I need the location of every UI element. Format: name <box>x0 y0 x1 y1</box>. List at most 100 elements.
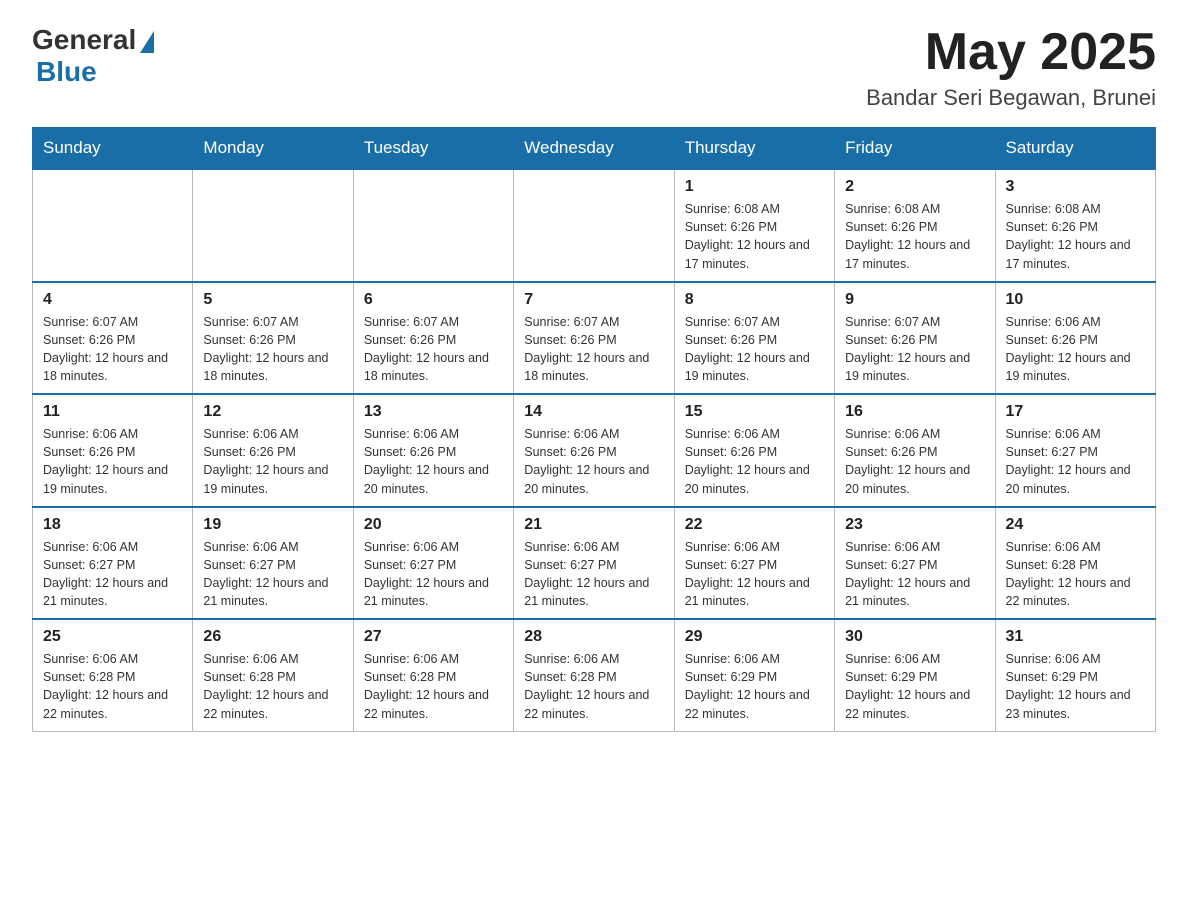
calendar-cell-1-2 <box>193 169 353 282</box>
day-number: 30 <box>845 628 984 646</box>
day-info: Sunrise: 6:07 AMSunset: 6:26 PMDaylight:… <box>845 313 984 386</box>
day-info: Sunrise: 6:06 AMSunset: 6:27 PMDaylight:… <box>203 538 342 611</box>
day-info: Sunrise: 6:08 AMSunset: 6:26 PMDaylight:… <box>685 200 824 273</box>
day-number: 31 <box>1006 628 1145 646</box>
day-info: Sunrise: 6:06 AMSunset: 6:27 PMDaylight:… <box>845 538 984 611</box>
calendar-cell-3-2: 12 Sunrise: 6:06 AMSunset: 6:26 PMDayligh… <box>193 394 353 507</box>
calendar-cell-2-1: 4 Sunrise: 6:07 AMSunset: 6:26 PMDaylight… <box>33 282 193 395</box>
weekday-header-tuesday: Tuesday <box>353 128 513 170</box>
day-number: 9 <box>845 291 984 309</box>
day-info: Sunrise: 6:06 AMSunset: 6:27 PMDaylight:… <box>685 538 824 611</box>
day-number: 13 <box>364 403 503 421</box>
calendar-cell-5-6: 30 Sunrise: 6:06 AMSunset: 6:29 PMDayligh… <box>835 619 995 731</box>
month-title: May 2025 <box>866 24 1156 81</box>
calendar-cell-3-5: 15Sunrise: 6:06 AMSunset: 6:26 PMDayligh… <box>674 394 834 507</box>
day-info: Sunrise: 6:06 AMSunset: 6:28 PMDaylight:… <box>524 650 663 723</box>
day-number: 14 <box>524 403 663 421</box>
page-header: General Blue May 2025 Bandar Seri Begawa… <box>32 24 1156 111</box>
day-number: 10 <box>1006 291 1145 309</box>
logo-blue: Blue <box>36 56 97 87</box>
day-info: Sunrise: 6:06 AMSunset: 6:26 PMDaylight:… <box>364 425 503 498</box>
calendar-cell-5-4: 28 Sunrise: 6:06 AMSunset: 6:28 PMDayligh… <box>514 619 674 731</box>
day-number: 1 <box>685 178 824 196</box>
day-info: Sunrise: 6:06 AMSunset: 6:28 PMDaylight:… <box>1006 538 1145 611</box>
day-number: 4 <box>43 291 182 309</box>
calendar-cell-2-5: 8Sunrise: 6:07 AMSunset: 6:26 PMDaylight… <box>674 282 834 395</box>
logo-general: General <box>32 24 136 56</box>
day-info: Sunrise: 6:06 AMSunset: 6:29 PMDaylight:… <box>685 650 824 723</box>
calendar-cell-1-1 <box>33 169 193 282</box>
day-number: 22 <box>685 516 824 534</box>
day-info: Sunrise: 6:06 AMSunset: 6:26 PMDaylight:… <box>1006 313 1145 386</box>
week-row-5: 25 Sunrise: 6:06 AMSunset: 6:28 PMDayligh… <box>33 619 1156 731</box>
logo-triangle-icon <box>140 31 154 53</box>
week-row-3: 11Sunrise: 6:06 AMSunset: 6:26 PMDayligh… <box>33 394 1156 507</box>
calendar-cell-2-7: 10 Sunrise: 6:06 AMSunset: 6:26 PMDayligh… <box>995 282 1155 395</box>
calendar-cell-1-6: 2 Sunrise: 6:08 AMSunset: 6:26 PMDaylight… <box>835 169 995 282</box>
calendar-cell-3-6: 16 Sunrise: 6:06 AMSunset: 6:26 PMDayligh… <box>835 394 995 507</box>
day-number: 24 <box>1006 516 1145 534</box>
weekday-header-sunday: Sunday <box>33 128 193 170</box>
day-info: Sunrise: 6:06 AMSunset: 6:26 PMDaylight:… <box>203 425 342 498</box>
calendar-cell-5-3: 27Sunrise: 6:06 AMSunset: 6:28 PMDayligh… <box>353 619 513 731</box>
day-number: 15 <box>685 403 824 421</box>
day-info: Sunrise: 6:07 AMSunset: 6:26 PMDaylight:… <box>203 313 342 386</box>
day-info: Sunrise: 6:06 AMSunset: 6:27 PMDaylight:… <box>43 538 182 611</box>
calendar-cell-3-1: 11Sunrise: 6:06 AMSunset: 6:26 PMDayligh… <box>33 394 193 507</box>
weekday-header-wednesday: Wednesday <box>514 128 674 170</box>
day-info: Sunrise: 6:07 AMSunset: 6:26 PMDaylight:… <box>364 313 503 386</box>
weekday-header-thursday: Thursday <box>674 128 834 170</box>
day-number: 26 <box>203 628 342 646</box>
day-info: Sunrise: 6:06 AMSunset: 6:28 PMDaylight:… <box>43 650 182 723</box>
day-info: Sunrise: 6:07 AMSunset: 6:26 PMDaylight:… <box>685 313 824 386</box>
calendar-cell-4-5: 22 Sunrise: 6:06 AMSunset: 6:27 PMDayligh… <box>674 507 834 620</box>
calendar-cell-1-4 <box>514 169 674 282</box>
day-number: 2 <box>845 178 984 196</box>
day-info: Sunrise: 6:08 AMSunset: 6:26 PMDaylight:… <box>845 200 984 273</box>
day-info: Sunrise: 6:06 AMSunset: 6:27 PMDaylight:… <box>524 538 663 611</box>
calendar-cell-5-1: 25 Sunrise: 6:06 AMSunset: 6:28 PMDayligh… <box>33 619 193 731</box>
day-number: 20 <box>364 516 503 534</box>
day-number: 23 <box>845 516 984 534</box>
calendar-cell-4-2: 19 Sunrise: 6:06 AMSunset: 6:27 PMDayligh… <box>193 507 353 620</box>
day-number: 19 <box>203 516 342 534</box>
day-number: 28 <box>524 628 663 646</box>
calendar-cell-4-3: 20 Sunrise: 6:06 AMSunset: 6:27 PMDayligh… <box>353 507 513 620</box>
day-info: Sunrise: 6:06 AMSunset: 6:28 PMDaylight:… <box>203 650 342 723</box>
calendar-cell-4-4: 21Sunrise: 6:06 AMSunset: 6:27 PMDayligh… <box>514 507 674 620</box>
week-row-4: 18 Sunrise: 6:06 AMSunset: 6:27 PMDayligh… <box>33 507 1156 620</box>
day-info: Sunrise: 6:06 AMSunset: 6:29 PMDaylight:… <box>845 650 984 723</box>
day-number: 29 <box>685 628 824 646</box>
day-number: 17 <box>1006 403 1145 421</box>
calendar-cell-3-4: 14 Sunrise: 6:06 AMSunset: 6:26 PMDayligh… <box>514 394 674 507</box>
day-info: Sunrise: 6:06 AMSunset: 6:26 PMDaylight:… <box>845 425 984 498</box>
calendar-table: SundayMondayTuesdayWednesdayThursdayFrid… <box>32 127 1156 732</box>
day-number: 12 <box>203 403 342 421</box>
calendar-cell-2-3: 6Sunrise: 6:07 AMSunset: 6:26 PMDaylight… <box>353 282 513 395</box>
day-info: Sunrise: 6:06 AMSunset: 6:27 PMDaylight:… <box>364 538 503 611</box>
day-number: 25 <box>43 628 182 646</box>
day-info: Sunrise: 6:07 AMSunset: 6:26 PMDaylight:… <box>524 313 663 386</box>
weekday-header-saturday: Saturday <box>995 128 1155 170</box>
calendar-cell-3-3: 13 Sunrise: 6:06 AMSunset: 6:26 PMDayligh… <box>353 394 513 507</box>
day-number: 7 <box>524 291 663 309</box>
day-info: Sunrise: 6:06 AMSunset: 6:28 PMDaylight:… <box>364 650 503 723</box>
day-number: 3 <box>1006 178 1145 196</box>
calendar-cell-4-6: 23 Sunrise: 6:06 AMSunset: 6:27 PMDayligh… <box>835 507 995 620</box>
calendar-cell-3-7: 17 Sunrise: 6:06 AMSunset: 6:27 PMDayligh… <box>995 394 1155 507</box>
calendar-cell-2-6: 9 Sunrise: 6:07 AMSunset: 6:26 PMDaylight… <box>835 282 995 395</box>
calendar-cell-5-5: 29 Sunrise: 6:06 AMSunset: 6:29 PMDayligh… <box>674 619 834 731</box>
day-number: 16 <box>845 403 984 421</box>
day-info: Sunrise: 6:06 AMSunset: 6:26 PMDaylight:… <box>524 425 663 498</box>
calendar-cell-2-2: 5Sunrise: 6:07 AMSunset: 6:26 PMDaylight… <box>193 282 353 395</box>
day-info: Sunrise: 6:07 AMSunset: 6:26 PMDaylight:… <box>43 313 182 386</box>
week-row-1: 1 Sunrise: 6:08 AMSunset: 6:26 PMDaylight… <box>33 169 1156 282</box>
day-number: 18 <box>43 516 182 534</box>
calendar-cell-5-7: 31Sunrise: 6:06 AMSunset: 6:29 PMDayligh… <box>995 619 1155 731</box>
day-info: Sunrise: 6:06 AMSunset: 6:27 PMDaylight:… <box>1006 425 1145 498</box>
weekday-header-monday: Monday <box>193 128 353 170</box>
calendar-cell-1-5: 1 Sunrise: 6:08 AMSunset: 6:26 PMDaylight… <box>674 169 834 282</box>
title-area: May 2025 Bandar Seri Begawan, Brunei <box>866 24 1156 111</box>
calendar-cell-1-3 <box>353 169 513 282</box>
weekday-header-row: SundayMondayTuesdayWednesdayThursdayFrid… <box>33 128 1156 170</box>
